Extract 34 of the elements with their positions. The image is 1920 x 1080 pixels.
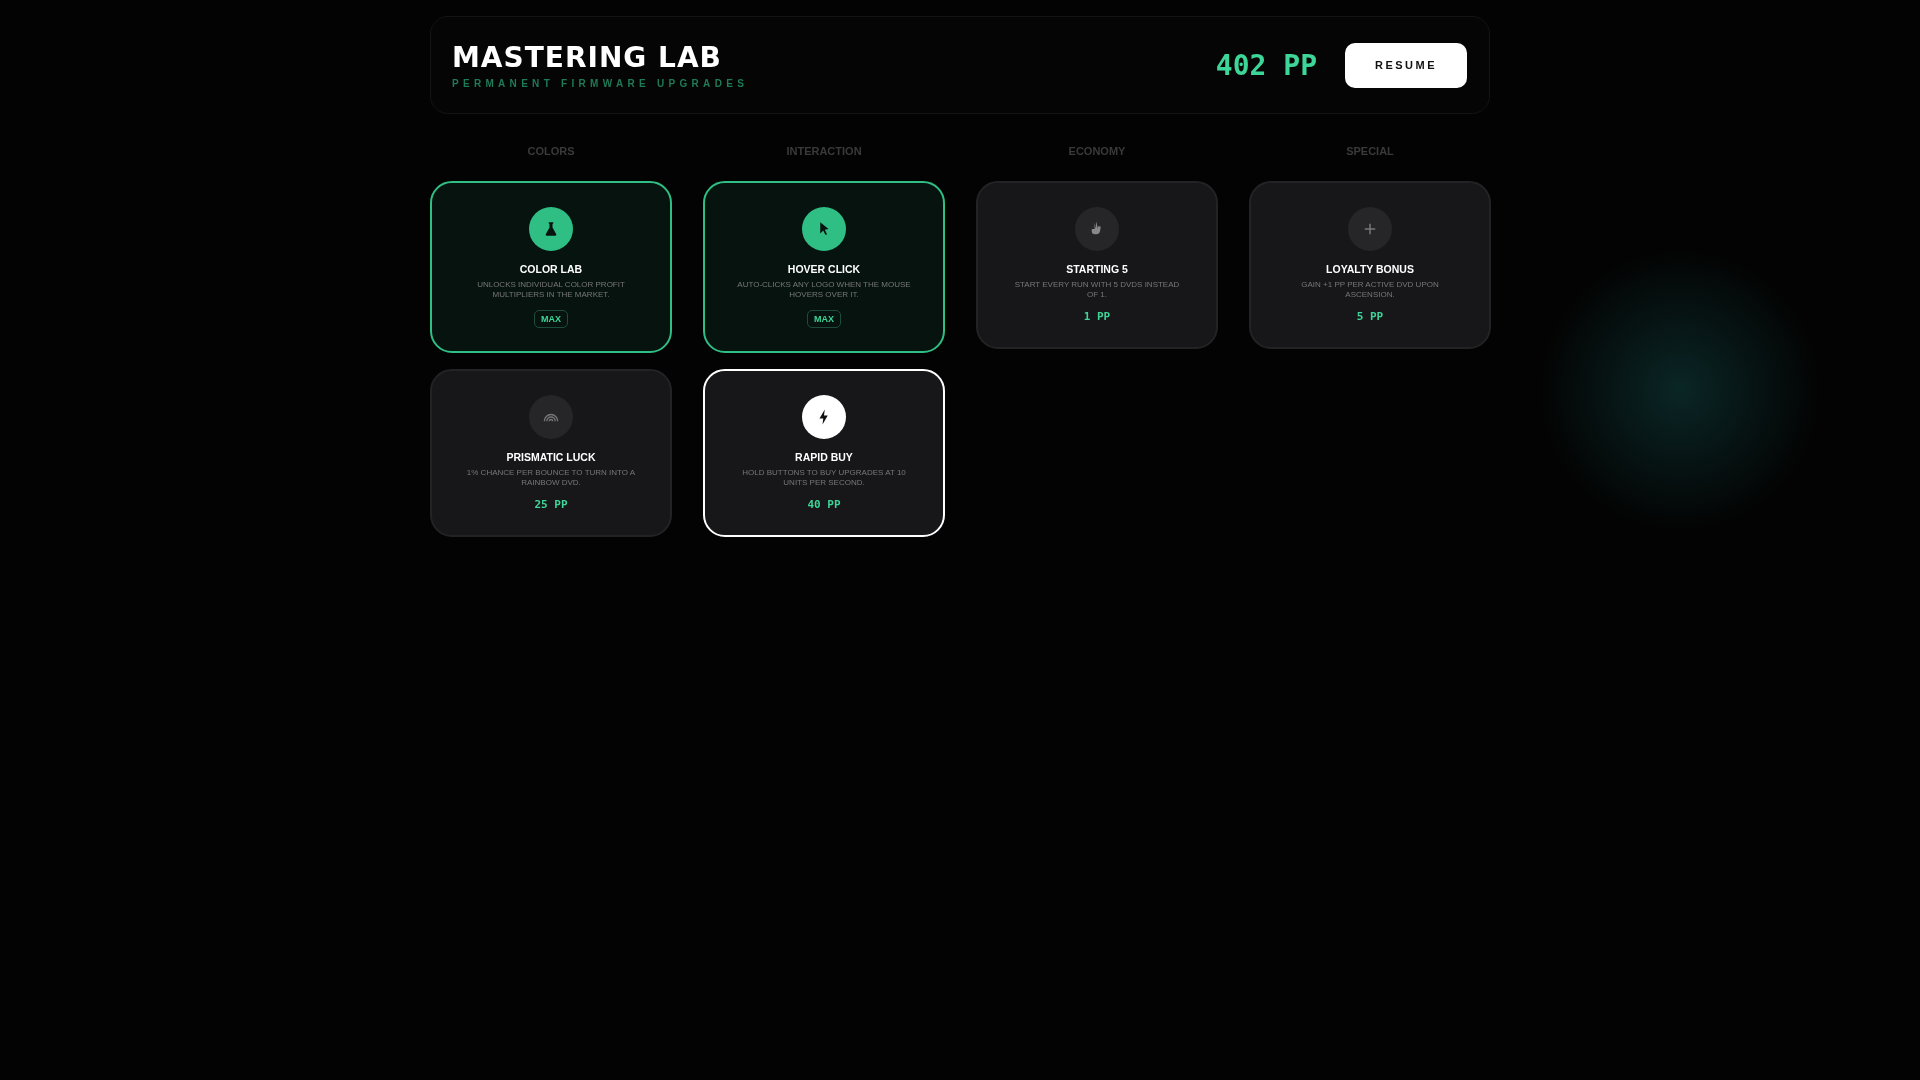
upgrade-description: AUTO-CLICKS ANY LOGO WHEN THE MOUSE HOVERS OVER IT. <box>736 280 912 300</box>
upgrade-card[interactable]: PRISMATIC LUCK 1% CHANCE PER BOUNCE TO TURN INTO A RAINBOW DVD. 25 PP <box>430 369 672 537</box>
upgrade-card[interactable]: COLOR LAB UNLOCKS INDIVIDUAL COLOR PROFIT MULTIPLIERS IN THE MARKET. MAX <box>430 181 672 353</box>
points-balance: 402 PP <box>1215 48 1317 82</box>
upgrade-description: 1% CHANCE PER BOUNCE TO TURN INTO A RAINBOW DVD. <box>465 468 637 488</box>
upgrade-price: 25 PP <box>534 498 568 511</box>
upgrade-price: 1 PP <box>1083 310 1111 323</box>
upgrade-name: LOYALTY BONUS <box>1326 263 1414 275</box>
upgrade-description: GAIN +1 PP PER ACTIVE DVD UPON ASCENSION. <box>1300 280 1440 300</box>
upgrade-description: UNLOCKS INDIVIDUAL COLOR PROFIT MULTIPLIERS IN THE MARKET. <box>476 280 626 300</box>
resume-button[interactable]: RESUME <box>1345 42 1467 88</box>
upgrade-card[interactable]: RAPID BUY HOLD BUTTONS TO BUY UPGRADES AT 10 UNITS PER SECOND. 40 PP <box>703 369 945 537</box>
upgrade-price: 40 PP <box>807 498 841 511</box>
upgrade-description: START EVERY RUN WITH 5 DVDS INSTEAD OF 1. <box>1013 280 1181 300</box>
upgrade-name: PRISMATIC LUCK <box>506 451 596 463</box>
plus-icon <box>1348 207 1392 251</box>
upgrade-name: HOVER CLICK <box>787 263 861 275</box>
max-badge: MAX <box>534 310 568 328</box>
upgrade-card[interactable]: HOVER CLICK AUTO-CLICKS ANY LOGO WHEN THE MOUSE HOVERS OVER IT. MAX <box>703 181 945 353</box>
page-title: MASTERING LAB <box>452 41 723 74</box>
max-badge: MAX <box>807 310 841 328</box>
rainbow-icon <box>529 395 573 439</box>
upgrade-name: RAPID BUY <box>795 451 853 463</box>
upgrade-card[interactable]: LOYALTY BONUS GAIN +1 PP PER ACTIVE DVD UPON ASCENSION. 5 PP <box>1249 181 1491 349</box>
page-subtitle: PERMANENT FIRMWARE UPGRADES <box>452 78 749 89</box>
upgrade-name: STARTING 5 <box>1066 263 1128 275</box>
lightning-icon <box>802 395 846 439</box>
upgrade-price: 5 PP <box>1356 310 1384 323</box>
pointer-icon <box>802 207 846 251</box>
upgrade-description: HOLD BUTTONS TO BUY UPGRADES AT 10 UNITS PER SECOND. <box>741 468 907 488</box>
hand-icon <box>1075 207 1119 251</box>
flask-icon <box>529 207 573 251</box>
upgrade-name: COLOR LAB <box>519 263 583 275</box>
upgrade-card[interactable]: STARTING 5 START EVERY RUN WITH 5 DVDS INSTEAD OF 1. 1 PP <box>976 181 1218 349</box>
